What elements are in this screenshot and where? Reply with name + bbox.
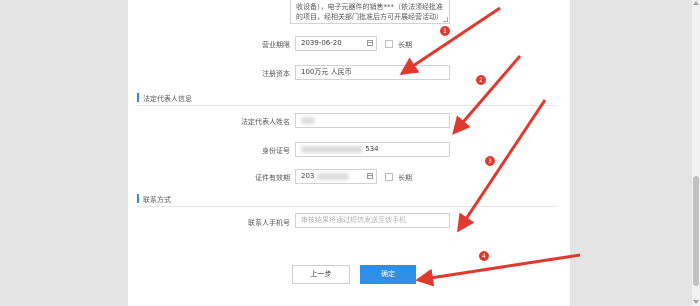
annotation-marker-4-text: 4 xyxy=(482,253,486,260)
annotation-arrow-4: 4 xyxy=(415,251,581,287)
annotation-arrow-1: 1 xyxy=(399,6,501,75)
annotation-marker-1-text: 1 xyxy=(443,28,447,35)
annotation-arrow-2: 2 xyxy=(452,55,522,135)
annotation-overlay: 1 2 3 4 xyxy=(399,6,581,287)
annotation-marker-2-text: 2 xyxy=(479,77,483,84)
annotation-arrow-3: 3 xyxy=(457,99,547,233)
annotation-marker-3-text: 3 xyxy=(488,158,492,165)
